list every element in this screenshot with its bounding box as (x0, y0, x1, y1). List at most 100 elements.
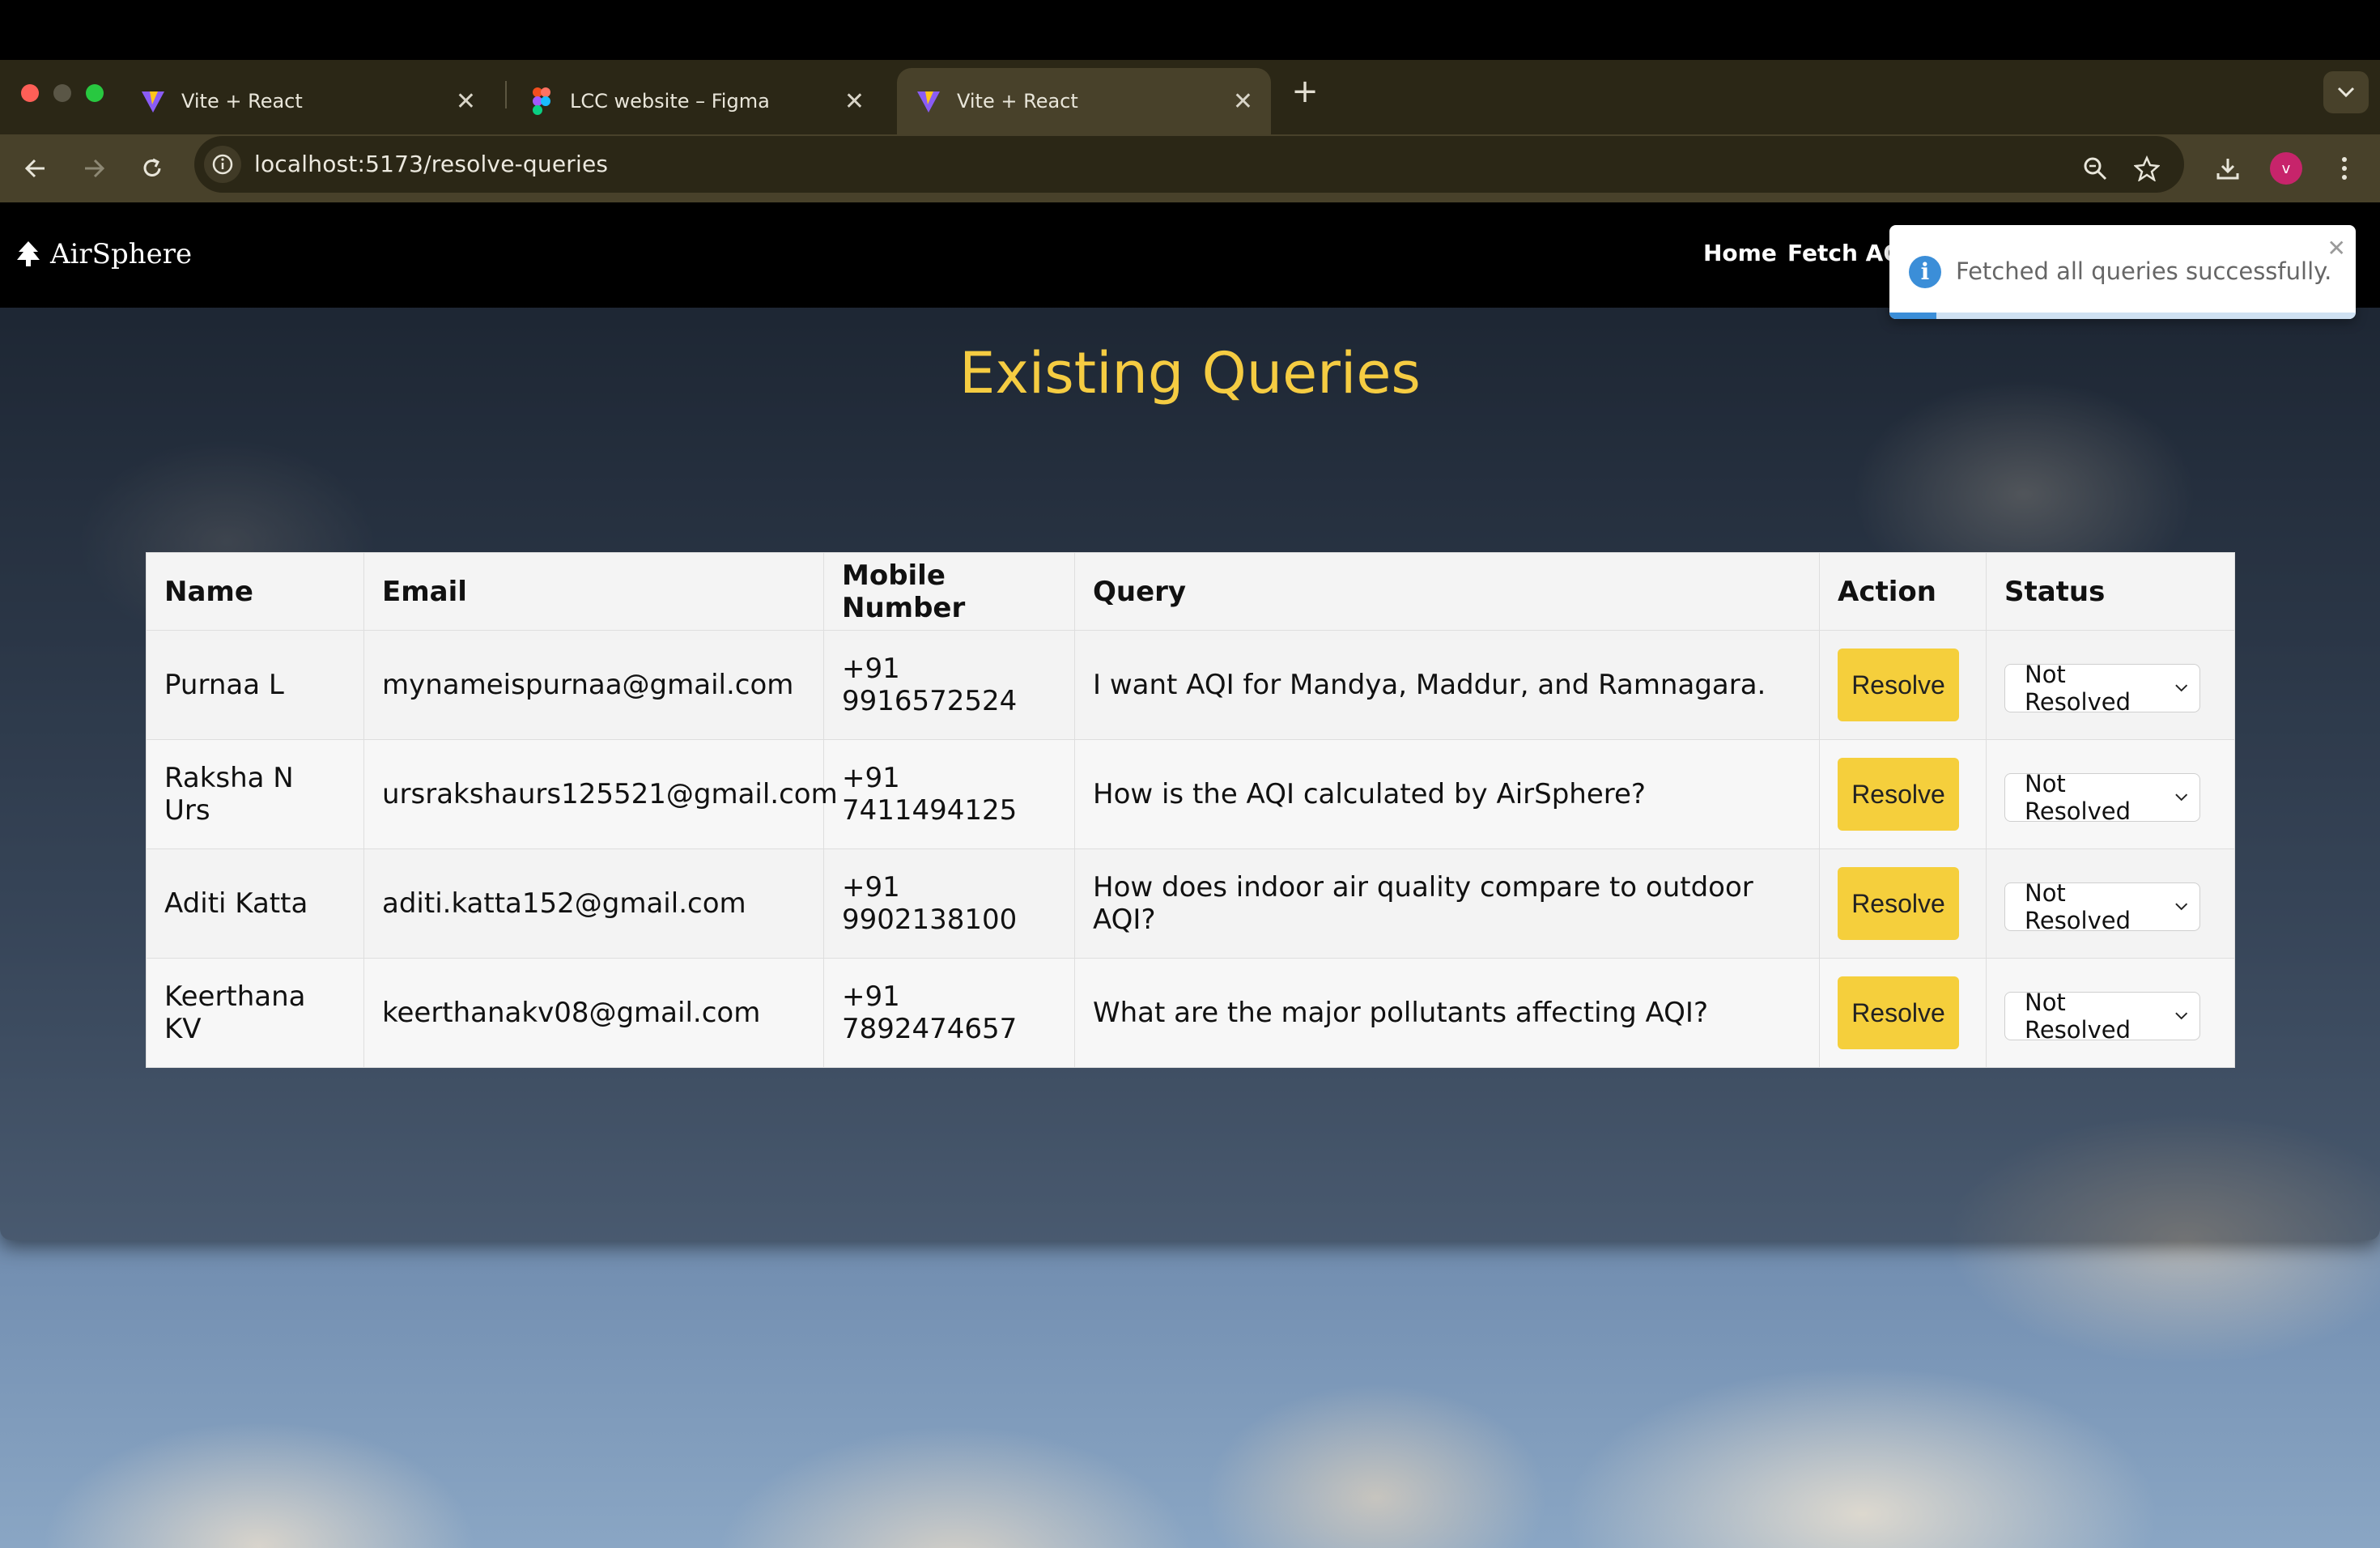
cell-mobile: +91 7411494125 (823, 739, 1075, 849)
chevron-down-icon (2337, 87, 2355, 98)
back-button[interactable] (13, 146, 58, 191)
download-icon (2216, 159, 2239, 180)
close-toast-icon[interactable]: ✕ (2327, 235, 2346, 262)
chevron-down-icon (2174, 793, 2187, 802)
cell-status: Not Resolved (1986, 958, 2235, 1068)
downloads-button[interactable] (2205, 146, 2250, 191)
status-value: Not Resolved (2025, 989, 2131, 1044)
cell-query: How does indoor air quality compare to o… (1074, 848, 1820, 959)
maximize-window-button[interactable] (86, 84, 104, 102)
cell-email: mynameispurnaa@gmail.com (363, 630, 824, 740)
cell-mobile: +91 9916572524 (823, 630, 1075, 740)
column-header-mobile: Mobile Number (823, 552, 1075, 631)
browser-menu-button[interactable] (2322, 146, 2367, 191)
cell-status: Not Resolved (1986, 739, 2235, 849)
bookmark-button[interactable] (2124, 146, 2170, 191)
cell-action: Resolve (1819, 958, 1987, 1068)
toast-message: Fetched all queries successfully. (1956, 257, 2332, 285)
arrow-left-icon (24, 159, 45, 178)
table-row: Purnaa L mynameispurnaa@gmail.com +91 99… (146, 630, 2235, 740)
cell-query: What are the major pollutants affecting … (1074, 958, 1820, 1068)
resolve-button[interactable]: Resolve (1838, 649, 1959, 721)
close-tab-icon[interactable]: ✕ (844, 87, 865, 116)
column-header-email: Email (363, 552, 824, 631)
info-circle-icon (212, 154, 233, 175)
table-row: Aditi Katta aditi.katta152@gmail.com +91… (146, 848, 2235, 959)
tab-title: LCC website – Figma (570, 90, 770, 113)
status-select[interactable]: Not Resolved (2004, 879, 2200, 934)
site-info-button[interactable] (204, 146, 241, 183)
new-tab-button[interactable]: + (1287, 73, 1323, 110)
resolve-button[interactable]: Resolve (1838, 758, 1959, 831)
zoom-button[interactable] (2072, 146, 2118, 191)
vite-icon (139, 87, 167, 115)
info-icon: i (1909, 256, 1941, 288)
forward-button[interactable] (71, 146, 117, 191)
toast-progress-bar (1889, 313, 1936, 319)
cell-query: How is the AQI calculated by AirSphere? (1074, 739, 1820, 849)
tab-separator (505, 81, 507, 108)
cell-action: Resolve (1819, 848, 1987, 959)
cell-action: Resolve (1819, 630, 1987, 740)
cell-mobile: +91 9902138100 (823, 848, 1075, 959)
tab-title: Vite + React (181, 90, 303, 113)
toast-notification[interactable]: i Fetched all queries successfully. ✕ (1889, 225, 2356, 319)
column-header-action: Action (1819, 552, 1987, 631)
kebab-menu-icon (2342, 157, 2347, 180)
cell-action: Resolve (1819, 739, 1987, 849)
page-viewport: AirSphere Home Fetch AQI Existing Querie… (0, 202, 2380, 1548)
cell-email: keerthanakv08@gmail.com (363, 958, 824, 1068)
resolve-button[interactable]: Resolve (1838, 976, 1959, 1049)
table-row: Raksha N Urs ursrakshaurs125521@gmail.co… (146, 739, 2235, 849)
close-tab-icon[interactable]: ✕ (1233, 87, 1253, 116)
profile-button[interactable]: V (2263, 146, 2309, 191)
tab-vite-react-active[interactable]: Vite + React ✕ (897, 68, 1271, 134)
screen-top-bar (0, 0, 2380, 60)
status-value: Not Resolved (2025, 661, 2131, 716)
cell-status: Not Resolved (1986, 848, 2235, 959)
status-select[interactable]: Not Resolved (2004, 661, 2200, 716)
chevron-down-icon (2174, 1012, 2187, 1020)
status-value: Not Resolved (2025, 770, 2131, 825)
queries-table: Name Email Mobile Number Query Action St… (146, 552, 2235, 1068)
zoom-icon (2084, 157, 2107, 181)
cell-name: Aditi Katta (146, 848, 364, 959)
column-header-status: Status (1986, 552, 2235, 631)
close-window-button[interactable] (21, 84, 39, 102)
toast-progress-track (1889, 313, 2356, 319)
figma-icon (528, 87, 555, 115)
brand-logo[interactable]: AirSphere (16, 238, 192, 270)
cell-mobile: +91 7892474657 (823, 958, 1075, 1068)
table-header-row: Name Email Mobile Number Query Action St… (146, 552, 2235, 631)
status-value: Not Resolved (2025, 879, 2131, 934)
cell-name: Keerthana KV (146, 958, 364, 1068)
reload-icon (143, 158, 161, 176)
column-header-query: Query (1074, 552, 1820, 631)
tab-vite-react-1[interactable]: Vite + React ✕ (121, 68, 494, 134)
cell-name: Purnaa L (146, 630, 364, 740)
cell-status: Not Resolved (1986, 630, 2235, 740)
resolve-button[interactable]: Resolve (1838, 867, 1959, 940)
brand-name: AirSphere (50, 238, 193, 270)
tab-figma[interactable]: LCC website – Figma ✕ (510, 68, 882, 134)
nav-home-link[interactable]: Home (1703, 240, 1777, 266)
status-select[interactable]: Not Resolved (2004, 770, 2200, 825)
chevron-down-icon (2174, 684, 2187, 692)
star-icon (2134, 155, 2160, 181)
url-text[interactable]: localhost:5173/resolve-queries (254, 151, 608, 177)
cell-email: aditi.katta152@gmail.com (363, 848, 824, 959)
table-row: Keerthana KV keerthanakv08@gmail.com +91… (146, 958, 2235, 1068)
minimize-window-button[interactable] (53, 84, 71, 102)
tree-icon (17, 241, 40, 266)
close-tab-icon[interactable]: ✕ (456, 87, 476, 116)
page-title: Existing Queries (959, 340, 1421, 406)
cell-email: ursrakshaurs125521@gmail.com (363, 739, 838, 849)
column-header-name: Name (146, 552, 364, 631)
tab-title: Vite + React (957, 90, 1078, 113)
reload-button[interactable] (130, 146, 175, 191)
cell-query: I want AQI for Mandya, Maddur, and Ramna… (1074, 630, 1820, 740)
status-select[interactable]: Not Resolved (2004, 989, 2200, 1044)
avatar: V (2270, 152, 2302, 185)
chevron-down-icon (2174, 903, 2187, 911)
tab-search-button[interactable] (2323, 71, 2369, 113)
